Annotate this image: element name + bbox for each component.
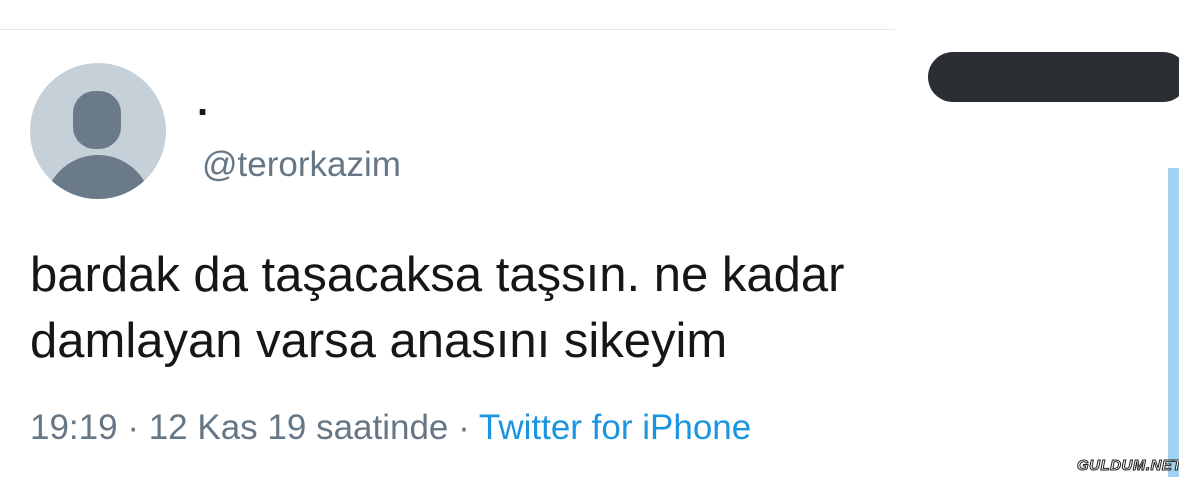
scroll-accent-bar xyxy=(1168,168,1179,477)
user-handle[interactable]: @terorkazim xyxy=(202,145,401,185)
tweet-meta: 19:19 · 12 Kas 19 saatinde · Twitter for… xyxy=(30,406,751,450)
tweet-text: bardak da taşacaksa taşsın. ne kadar dam… xyxy=(30,242,1030,374)
display-name[interactable]: . xyxy=(197,82,208,122)
tweet-date[interactable]: 12 Kas 19 saatinde xyxy=(149,408,449,447)
follow-button[interactable] xyxy=(928,52,1179,102)
tweet-text-line-1: bardak da taşacaksa taşsın. ne kadar xyxy=(30,248,845,302)
tweet-source-link[interactable]: Twitter for iPhone xyxy=(479,408,751,447)
avatar-body-shape xyxy=(44,155,152,199)
top-divider xyxy=(0,29,895,30)
avatar[interactable] xyxy=(30,63,166,199)
meta-separator: · xyxy=(127,408,139,447)
watermark-logo: GULDUM.NET xyxy=(1077,457,1179,475)
tweet-text-line-2: damlayan varsa anasını sikeyim xyxy=(30,314,728,368)
meta-separator: · xyxy=(458,408,470,447)
avatar-head-shape xyxy=(73,91,121,149)
tweet-time[interactable]: 19:19 xyxy=(30,408,118,447)
